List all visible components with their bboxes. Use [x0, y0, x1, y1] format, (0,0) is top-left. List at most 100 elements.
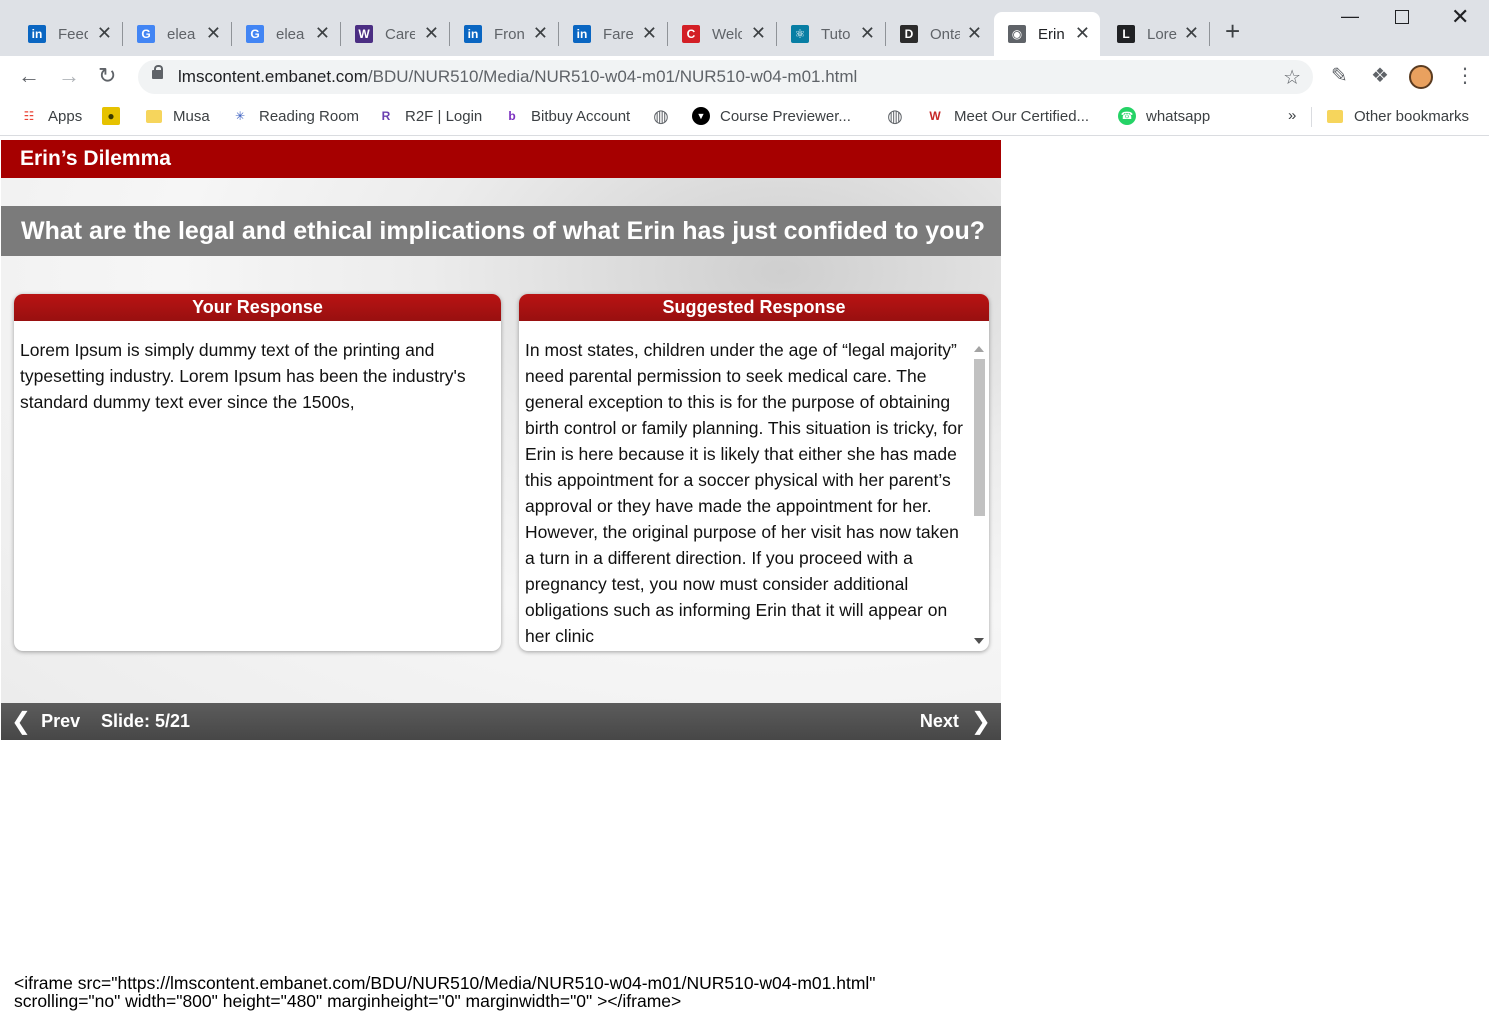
bookmark-label: Reading Room — [259, 107, 360, 125]
chevron-left-icon: ❮ — [11, 707, 32, 735]
reading-room-icon: ✳ — [234, 109, 246, 123]
close-tab-icon[interactable]: ✕ — [315, 24, 330, 42]
bookmark-label: Bitbuy Account — [531, 107, 631, 125]
tab-title: Fron — [494, 25, 524, 43]
close-tab-icon[interactable]: ✕ — [206, 24, 221, 42]
globe-icon: ◍ — [887, 105, 903, 126]
address-url[interactable]: lmscontent.embanet.com/BDU/NUR510/Media/… — [178, 67, 857, 87]
minimize-window-icon[interactable]: — — [1341, 6, 1359, 27]
course-previewer-icon: ▼ — [692, 107, 710, 125]
close-window-icon[interactable]: ✕ — [1451, 4, 1469, 30]
lock-icon — [152, 65, 163, 79]
new-tab-button[interactable]: + — [1225, 18, 1240, 44]
bookmark-item[interactable]: ◍ — [652, 105, 680, 126]
bookmark-label: whatsapp — [1146, 107, 1211, 125]
your-response-panel[interactable]: Your Response Lorem Ipsum is simply dumm… — [14, 294, 501, 651]
tab-title: Onta — [930, 25, 960, 43]
question-banner: What are the legal and ethical implicati… — [1, 206, 1001, 256]
browser-tab[interactable]: Gelea ✕ — [232, 12, 341, 56]
linkedin-icon: in — [28, 25, 46, 43]
close-tab-icon[interactable]: ✕ — [860, 24, 875, 42]
browser-tab[interactable]: L Lore ✕ — [1103, 12, 1210, 56]
bookmark-label: Musa — [173, 107, 210, 125]
tab-title: Feed — [58, 25, 88, 43]
extensions-puzzle-icon[interactable]: ❖ — [1371, 65, 1389, 87]
course-title: Erin’s Dilemma — [1, 140, 1001, 178]
slide-number: 5/21 — [155, 711, 191, 731]
your-response-text[interactable]: Lorem Ipsum is simply dummy text of the … — [14, 321, 501, 415]
browser-tab[interactable]: ⚛ Tuto ✕ — [777, 12, 886, 56]
tab-separator — [1209, 22, 1210, 46]
more-bookmarks-button[interactable]: » — [1288, 107, 1296, 124]
tab-title: Lore — [1147, 25, 1177, 43]
close-tab-icon[interactable]: ✕ — [967, 24, 982, 42]
address-bar[interactable]: lmscontent.embanet.com/BDU/NUR510/Media/… — [138, 60, 1313, 94]
linkedin-icon: in — [464, 25, 482, 43]
bookmark-item[interactable]: ▼ Course Previewer... — [692, 107, 851, 125]
bookmark-label: Apps — [48, 107, 83, 125]
close-tab-icon[interactable]: ✕ — [533, 24, 548, 42]
bookmark-item[interactable]: ✳ Reading Room — [231, 107, 359, 125]
close-tab-icon[interactable]: ✕ — [1184, 24, 1199, 42]
profile-avatar[interactable] — [1409, 65, 1433, 89]
suggested-response-scrollbar[interactable] — [971, 340, 987, 646]
browser-tab[interactable]: in Feed ✕ — [14, 12, 123, 56]
bookmark-star-icon[interactable]: ☆ — [1283, 65, 1301, 90]
reload-icon[interactable]: ↻ — [98, 64, 116, 88]
back-arrow-icon[interactable]: ← — [18, 64, 40, 88]
close-tab-icon[interactable]: ✕ — [642, 24, 657, 42]
bookmark-item[interactable]: ◍ — [886, 105, 914, 126]
folder-icon — [1326, 107, 1344, 125]
tab-title: Erin — [1038, 25, 1065, 43]
close-tab-icon[interactable]: ✕ — [97, 24, 112, 42]
bookmarks-bar: ☷ Apps ● Musa ✳ Reading Room R R2F | Login b Bitb… — [0, 98, 1489, 136]
maximize-window-icon[interactable] — [1395, 10, 1409, 24]
next-button[interactable]: Next ❯ — [919, 709, 991, 733]
bookmark-label: R2F | Login — [405, 107, 483, 125]
google-icon: G — [137, 25, 155, 43]
tab-title: Care — [385, 25, 415, 43]
bookmark-item[interactable]: ● — [102, 107, 130, 125]
globe-icon: ◍ — [653, 105, 669, 126]
browser-tab[interactable]: Gelea ✕ — [123, 12, 232, 56]
eyedropper-icon[interactable]: ✎ — [1331, 65, 1348, 87]
forward-arrow-icon[interactable]: → — [58, 64, 80, 88]
slide-label: Slide: — [101, 711, 151, 731]
close-tab-icon[interactable]: ✕ — [751, 24, 766, 42]
scroll-up-arrow-icon[interactable] — [974, 346, 984, 352]
bookmark-item[interactable]: R R2F | Login — [377, 107, 483, 125]
scroll-thumb[interactable] — [974, 359, 985, 516]
scroll-down-arrow-icon[interactable] — [974, 638, 984, 644]
google-icon: G — [246, 25, 264, 43]
c-logo-icon: C — [682, 25, 700, 43]
course-frame: Erin’s Dilemma What are the legal and et… — [1, 140, 1001, 740]
close-tab-icon[interactable]: ✕ — [1075, 24, 1090, 42]
bookmark-item[interactable]: W Meet Our Certified... — [926, 107, 1089, 125]
prev-button[interactable]: ❮ Prev — [11, 707, 80, 735]
more-bookmarks-label: » — [1288, 107, 1297, 124]
r2f-icon: R — [381, 109, 391, 123]
tab-title: elea — [167, 25, 196, 43]
bookmark-label: Meet Our Certified... — [954, 107, 1090, 125]
globe-icon: ◉ — [1008, 25, 1026, 43]
url-path: /BDU/NUR510/Media/NUR510-w04-m01/NUR510-… — [367, 67, 858, 86]
browser-menu-icon[interactable]: ⋮ — [1455, 65, 1475, 87]
browser-tab[interactable]: W Care ✕ — [341, 12, 450, 56]
browser-tab[interactable]: D Onta ✕ — [886, 12, 992, 56]
bookmark-item[interactable]: b Bitbuy Account — [503, 107, 630, 125]
browser-tab-strip: inFeed✕Gelea✕Gelea✕WCare✕inFron✕inFare✕C… — [0, 0, 1489, 56]
bookmark-item[interactable]: ☷ Apps — [20, 107, 83, 125]
react-icon: ⚛ — [791, 25, 809, 43]
tab-title: Fare — [603, 25, 633, 43]
browser-tab[interactable]: ◉ Erin ✕ — [994, 12, 1100, 56]
other-bookmarks-button[interactable]: Other bookmarks — [1326, 107, 1469, 125]
your-response-heading: Your Response — [14, 294, 501, 321]
next-label: Next — [919, 711, 959, 731]
bookmark-item[interactable]: ☎ whatsapp — [1118, 107, 1210, 125]
close-tab-icon[interactable]: ✕ — [424, 24, 439, 42]
browser-tab[interactable]: in Fron ✕ — [450, 12, 559, 56]
browser-tab[interactable]: in Fare ✕ — [559, 12, 668, 56]
browser-tab[interactable]: C Welc ✕ — [668, 12, 777, 56]
suggested-response-text: In most states, children under the age o… — [525, 340, 963, 646]
bookmark-item[interactable]: Musa — [145, 107, 210, 125]
